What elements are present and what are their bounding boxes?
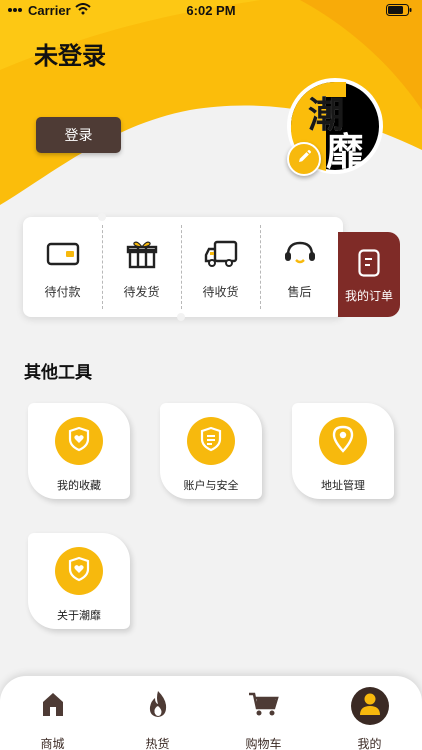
tab-active-indicator — [350, 687, 389, 725]
order-after-sales[interactable]: 售后 — [260, 217, 339, 317]
status-time: 6:02 PM — [186, 3, 236, 18]
order-pending-shipment[interactable]: 待发货 — [102, 217, 181, 317]
my-orders-label: 我的订单 — [344, 289, 393, 303]
svg-text:靡: 靡 — [326, 130, 364, 174]
order-label: 待付款 — [44, 285, 81, 299]
status-bar: Carrier 6:02 PM — [0, 0, 422, 22]
tab-bar: 商城 热货 购物车 我的 — [0, 676, 422, 750]
order-label: 售后 — [287, 285, 312, 299]
order-label: 待发货 — [123, 285, 160, 299]
tab-hot[interactable]: 热货 — [105, 676, 210, 750]
edit-avatar-button[interactable] — [287, 142, 321, 176]
flame-icon — [145, 689, 171, 724]
delivery-truck-icon — [203, 239, 239, 273]
user-icon — [359, 692, 381, 721]
my-orders-button[interactable]: 我的订单 — [338, 232, 400, 317]
tools-section-title: 其他工具 — [24, 363, 92, 382]
tab-mine[interactable]: 我的 — [317, 676, 422, 750]
tab-label: 购物车 — [245, 737, 282, 750]
tab-label: 我的 — [357, 737, 382, 750]
wallet-icon — [46, 239, 80, 273]
headset-icon — [283, 239, 317, 273]
ticket-notch — [177, 313, 185, 321]
tool-label: 地址管理 — [321, 480, 365, 492]
tool-label: 账户与安全 — [183, 480, 239, 492]
tool-address-management[interactable]: 地址管理 — [292, 403, 394, 499]
ticket-notch — [98, 213, 106, 221]
tab-cart[interactable]: 购物车 — [211, 676, 316, 750]
login-button[interactable]: 登录 — [36, 117, 121, 153]
page-title: 未登录 — [34, 43, 106, 70]
cart-icon — [248, 691, 280, 722]
svg-text:潮: 潮 — [308, 95, 344, 136]
order-document-icon — [358, 249, 380, 282]
gift-box-icon — [125, 239, 159, 273]
order-label: 待收货 — [202, 285, 239, 299]
pencil-icon — [296, 149, 312, 170]
shield-document-icon — [198, 426, 224, 457]
tool-label: 关于潮靡 — [57, 610, 101, 622]
tool-about[interactable]: 关于潮靡 — [28, 533, 130, 629]
tab-label: 商城 — [40, 737, 65, 750]
heart-shield-icon — [66, 556, 92, 587]
order-pending-payment[interactable]: 待付款 — [23, 217, 102, 317]
orders-card: 待付款 待发货 待收货 售后 — [23, 213, 343, 321]
home-icon — [40, 690, 66, 723]
battery-icon — [386, 4, 412, 19]
tool-account-security[interactable]: 账户与安全 — [160, 403, 262, 499]
tab-mall[interactable]: 商城 — [0, 676, 105, 750]
tab-label: 热货 — [145, 737, 170, 750]
tool-favorites[interactable]: 我的收藏 — [28, 403, 130, 499]
order-pending-receipt[interactable]: 待收货 — [181, 217, 260, 317]
map-pin-icon — [331, 425, 355, 458]
heart-shield-icon — [66, 426, 92, 457]
tool-label: 我的收藏 — [57, 480, 101, 492]
